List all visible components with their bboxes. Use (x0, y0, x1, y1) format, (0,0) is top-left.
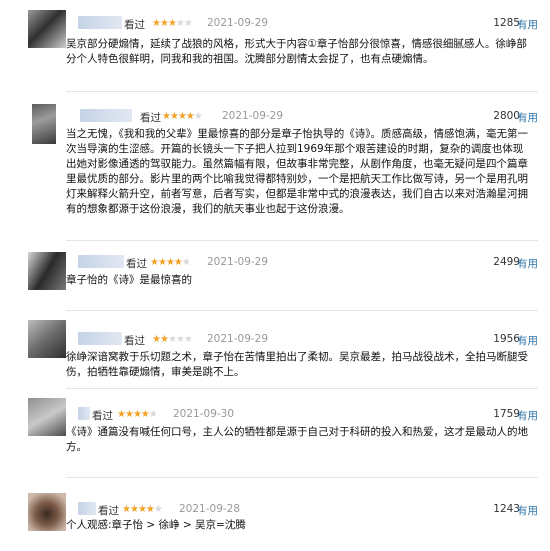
username[interactable] (78, 332, 122, 345)
useful-button[interactable]: 有用 (517, 333, 538, 348)
star-empty-icon: ★ (193, 111, 203, 122)
star-filled-icon: ★ (122, 504, 131, 515)
useful-count: 1243 (493, 503, 520, 515)
avatar[interactable] (28, 10, 66, 48)
star-filled-icon: ★ (169, 111, 179, 122)
useful-button[interactable]: 有用 (517, 17, 538, 32)
rating-stars: ★★★★★ (150, 257, 191, 269)
review-date: 2021-09-29 (222, 110, 284, 122)
star-filled-icon: ★ (132, 409, 142, 420)
username[interactable] (78, 16, 122, 29)
star-filled-icon: ★ (159, 334, 169, 345)
review-date: 2021-09-29 (207, 333, 269, 345)
useful-count: 2499 (493, 256, 520, 268)
seen-label: 看过 (124, 19, 145, 31)
username[interactable] (80, 109, 132, 122)
star-filled-icon: ★ (159, 18, 169, 29)
useful-button[interactable]: 有用 (517, 408, 538, 423)
username[interactable] (78, 255, 124, 268)
star-filled-icon: ★ (117, 409, 126, 420)
review-text: 《诗》通篇没有喊任何口号，主人公的牺牲都是源于自己对于科研的投入和热爱，这才是最… (66, 426, 528, 453)
star-filled-icon: ★ (137, 504, 147, 515)
star-filled-icon: ★ (157, 257, 167, 268)
useful-count: 2800 (493, 110, 520, 122)
useful-count: 1285 (493, 17, 520, 29)
star-filled-icon: ★ (124, 409, 134, 420)
review-text: 当之无愧，《我和我的父辈》里最惊喜的部分是章子怡执导的《诗》。质感高级，情感饱满… (66, 128, 528, 215)
avatar[interactable] (28, 398, 66, 436)
avatar[interactable] (28, 493, 66, 531)
star-filled-icon: ★ (165, 257, 175, 268)
divider (66, 91, 538, 92)
star-empty-icon: ★ (181, 257, 191, 268)
seen-label: 看过 (92, 410, 113, 422)
rating-stars: ★★★★★ (117, 409, 158, 421)
star-filled-icon: ★ (152, 18, 161, 29)
star-empty-icon: ★ (175, 334, 185, 345)
star-filled-icon: ★ (162, 111, 171, 122)
seen-label: 看过 (98, 505, 119, 517)
rating-stars: ★★★★★ (152, 334, 193, 346)
star-filled-icon: ★ (145, 504, 155, 515)
star-empty-icon: ★ (175, 18, 185, 29)
useful-count: 1956 (493, 333, 520, 345)
useful-button[interactable]: 有用 (517, 110, 538, 125)
rating-stars: ★★★★★ (122, 504, 163, 516)
seen-label: 看过 (140, 112, 161, 124)
star-filled-icon: ★ (129, 504, 139, 515)
divider (66, 388, 538, 389)
review-text: 章子怡的《诗》是最惊喜的 (66, 274, 192, 286)
star-filled-icon: ★ (177, 111, 187, 122)
review-text: 吴京部分硬煽情，延续了战狼的风格，形式大于内容①章子怡部分很惊喜，情感很细腻感人… (66, 38, 527, 65)
useful-count: 1759 (493, 408, 520, 420)
review-date: 2021-09-29 (207, 256, 269, 268)
star-empty-icon: ★ (167, 334, 177, 345)
star-filled-icon: ★ (140, 409, 150, 420)
avatar[interactable] (32, 104, 56, 144)
seen-label: 看过 (126, 258, 147, 270)
divider (66, 477, 538, 478)
divider (66, 240, 538, 241)
seen-label: 看过 (124, 335, 145, 347)
useful-button[interactable]: 有用 (517, 256, 538, 271)
review-date: 2021-09-29 (207, 17, 269, 29)
star-filled-icon: ★ (185, 111, 195, 122)
divider (66, 310, 538, 311)
avatar[interactable] (28, 320, 66, 358)
star-filled-icon: ★ (167, 18, 177, 29)
username[interactable] (78, 407, 90, 420)
review-text: 个人观感:章子怡 > 徐峥 > 吴京=沈腾 (66, 519, 246, 531)
star-empty-icon: ★ (153, 504, 163, 515)
star-empty-icon: ★ (183, 334, 193, 345)
rating-stars: ★★★★★ (162, 111, 203, 123)
review-date: 2021-09-30 (173, 408, 235, 420)
review-date: 2021-09-28 (179, 503, 241, 515)
useful-button[interactable]: 有用 (517, 503, 538, 518)
star-empty-icon: ★ (183, 18, 193, 29)
star-empty-icon: ★ (148, 409, 158, 420)
star-filled-icon: ★ (152, 334, 161, 345)
star-filled-icon: ★ (150, 257, 159, 268)
username[interactable] (78, 502, 96, 515)
rating-stars: ★★★★★ (152, 18, 193, 30)
review-text: 徐峥深谙窝教于乐切题之术，章子怡在苦情里拍出了柔韧。吴京最差，拍马战役战术，全拍… (66, 351, 528, 378)
avatar[interactable] (28, 252, 66, 290)
star-filled-icon: ★ (173, 257, 183, 268)
